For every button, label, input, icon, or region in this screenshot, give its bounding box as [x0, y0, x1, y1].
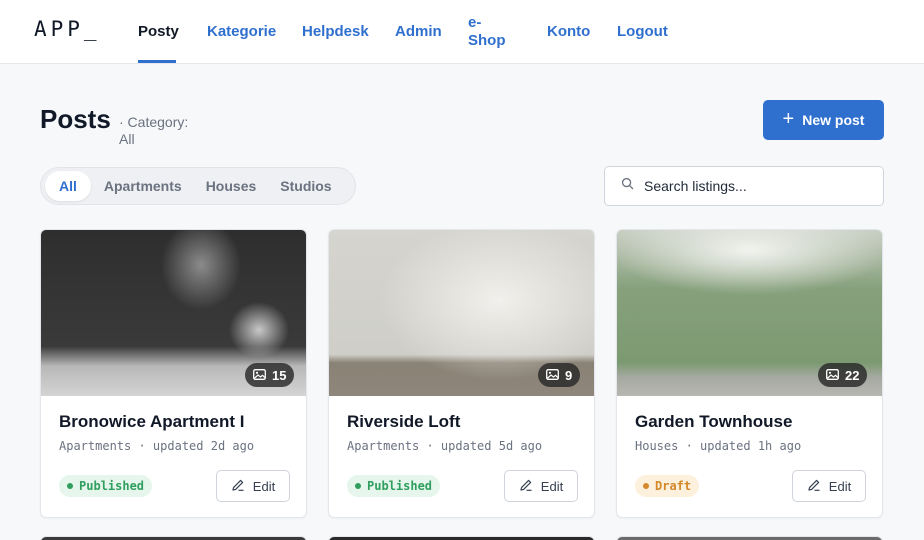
status-badge: Draft — [635, 475, 700, 497]
status-label: Draft — [655, 479, 692, 493]
listing-meta: Houses · updated 1h ago — [635, 439, 802, 453]
new-post-button[interactable]: + New post — [763, 100, 884, 140]
filter-tab-houses[interactable]: Houses — [195, 171, 268, 201]
search-input[interactable] — [644, 178, 864, 194]
listing-title[interactable]: Riverside Loft — [347, 412, 460, 432]
photo-count: 22 — [845, 367, 860, 383]
edit-label: Edit — [540, 478, 564, 494]
plus-icon: + — [782, 108, 795, 130]
listing-card-partial[interactable] — [328, 536, 595, 540]
active-nav-indicator — [138, 60, 176, 63]
nav-item-logout[interactable]: Logout — [617, 23, 668, 41]
status-label: Published — [367, 479, 433, 493]
listing-card-partial[interactable] — [616, 536, 883, 540]
edit-button[interactable]: Edit — [792, 470, 866, 502]
pencil-icon — [807, 478, 821, 495]
listing-title[interactable]: Bronowice Apartment I — [59, 412, 244, 432]
listing-title[interactable]: Garden Townhouse — [635, 412, 792, 432]
status-dot-icon — [355, 483, 361, 489]
status-badge: Published — [347, 475, 441, 497]
filter-tab-apartments[interactable]: Apartments — [93, 171, 193, 201]
pencil-icon — [231, 478, 245, 495]
category-value: All — [119, 131, 135, 147]
nav-item-eshop[interactable]: e- Shop — [468, 14, 506, 50]
search-box — [604, 166, 884, 206]
edit-button[interactable]: Edit — [216, 470, 290, 502]
filter-tab-all[interactable]: All — [45, 171, 91, 201]
category-label: · Category: — [119, 114, 189, 130]
image-icon — [253, 368, 266, 383]
photo-count: 9 — [565, 367, 573, 383]
nav-item-eshop-line1: e- — [468, 14, 482, 31]
app-logo[interactable]: APP_ — [34, 17, 101, 41]
filter-tab-studios[interactable]: Studios — [269, 171, 342, 201]
top-nav: APP_ Posty Kategorie Helpdesk Admin e- S… — [0, 0, 924, 64]
listing-card[interactable]: 15 Bronowice Apartment I Apartments · up… — [40, 229, 307, 518]
edit-button[interactable]: Edit — [504, 470, 578, 502]
listing-card-partial[interactable] — [40, 536, 307, 540]
nav-item-eshop-line2: Shop — [468, 32, 506, 49]
nav-item-helpdesk[interactable]: Helpdesk — [302, 23, 369, 41]
new-post-label: New post — [802, 112, 865, 128]
photo-count-badge: 15 — [245, 363, 295, 387]
nav-item-admin[interactable]: Admin — [395, 23, 442, 41]
image-icon — [546, 368, 559, 383]
edit-label: Edit — [828, 478, 852, 494]
nav-item-posty[interactable]: Posty — [138, 23, 179, 41]
image-icon — [826, 368, 839, 383]
listing-card[interactable]: 9 Riverside Loft Apartments · updated 5d… — [328, 229, 595, 518]
photo-count-badge: 9 — [538, 363, 581, 387]
edit-label: Edit — [252, 478, 276, 494]
pencil-icon — [519, 478, 533, 495]
search-icon — [621, 177, 634, 195]
listing-card[interactable]: 22 Garden Townhouse Houses · updated 1h … — [616, 229, 883, 518]
page-title: Posts — [40, 104, 111, 134]
category-filter-tabs: All Apartments Houses Studios — [40, 167, 356, 205]
nav-item-konto[interactable]: Konto — [547, 23, 590, 41]
status-badge: Published — [59, 475, 153, 497]
listing-meta: Apartments · updated 2d ago — [59, 439, 255, 453]
status-dot-icon — [67, 483, 73, 489]
photo-count-badge: 22 — [818, 363, 868, 387]
status-label: Published — [79, 479, 145, 493]
status-dot-icon — [643, 483, 649, 489]
photo-count: 15 — [272, 367, 287, 383]
listing-meta: Apartments · updated 5d ago — [347, 439, 543, 453]
nav-item-kategorie[interactable]: Kategorie — [207, 23, 276, 41]
